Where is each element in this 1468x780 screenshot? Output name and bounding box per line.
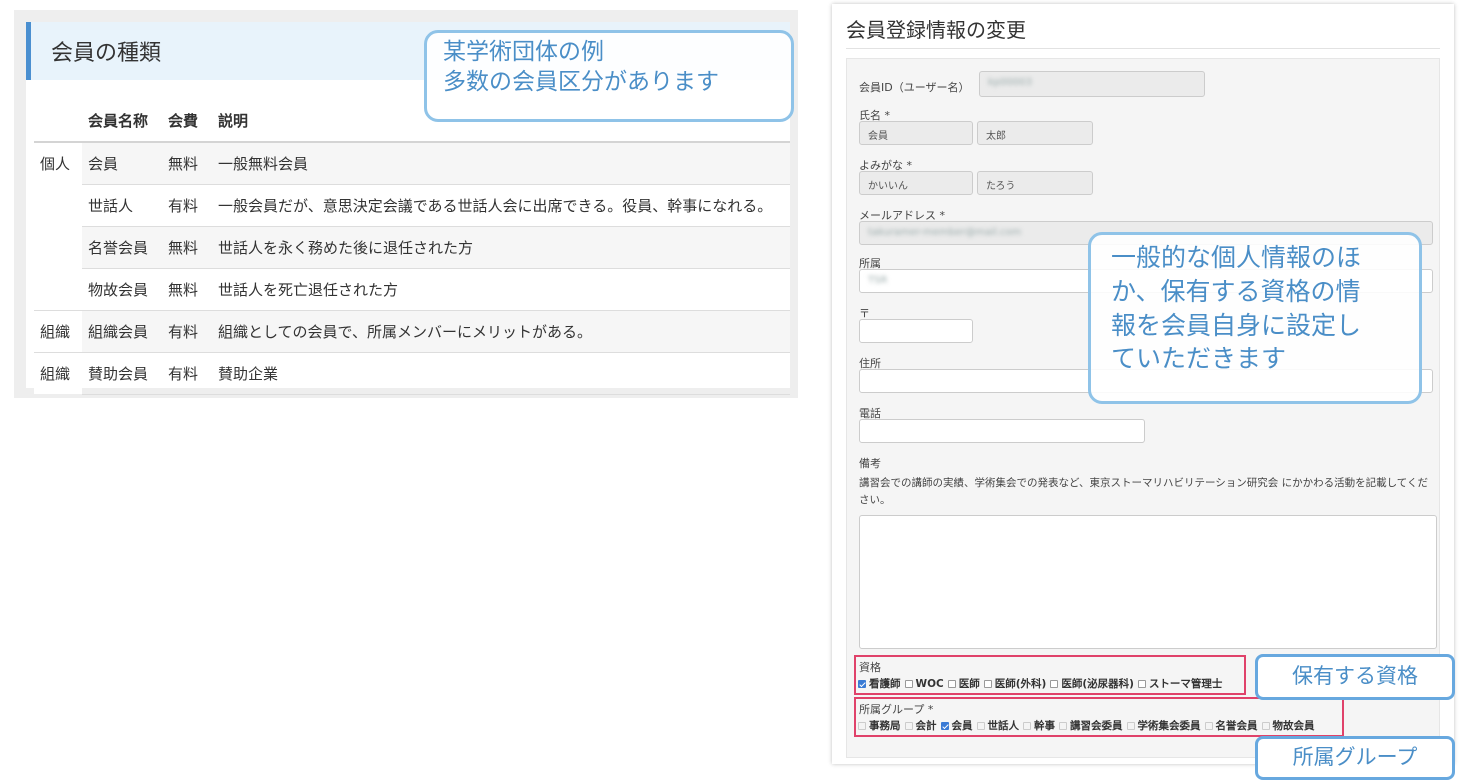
- title-divider: [846, 48, 1440, 49]
- note-help-text: 講習会での講師の実績、学術集会での発表など、東京ストーマリハビリテーション研究会…: [859, 477, 1428, 506]
- first-kana-field[interactable]: たろう: [977, 171, 1093, 195]
- example-callout-line2: 多数の会員区分があります: [443, 68, 719, 95]
- first-name-field[interactable]: 太郎: [977, 121, 1093, 145]
- personal-info-line-3: 報を会員自身に設定し: [1111, 310, 1362, 340]
- name-header: 会員名称: [82, 100, 162, 143]
- postal-field[interactable]: [859, 319, 973, 343]
- cell-desc: 世話人を永く務めた後に退任された方: [212, 226, 790, 269]
- table-row: 物故会員 無料 世話人を死亡退任された方: [34, 268, 790, 311]
- group-highlight: [854, 697, 1344, 737]
- cell-desc: 賛助企業: [212, 352, 790, 395]
- cell-desc: 組織としての会員で、所属メンバーにメリットがある。: [212, 310, 790, 353]
- cell-desc: 一般会員だが、意思決定会議である世話人会に出席できる。役員、幹事になれる。: [212, 184, 790, 227]
- cell-name: 組織会員: [82, 310, 162, 353]
- form-box: 会員ID（ユーザー名） kp00003 氏名 * 会員 太郎 よみがな * かい…: [846, 58, 1440, 758]
- member-id-label: 会員ID（ユーザー名）: [859, 81, 970, 94]
- category-header: [34, 100, 82, 143]
- fee-header: 会費: [162, 100, 212, 143]
- cell-fee: 有料: [162, 352, 212, 395]
- last-name-field[interactable]: 会員: [859, 121, 973, 145]
- affiliation-value: TSR: [868, 275, 888, 286]
- note-textarea[interactable]: [859, 515, 1437, 649]
- cell-name: 賛助会員: [82, 352, 162, 395]
- cell-name: 世話人: [82, 184, 162, 227]
- section-title: 会員の種類: [51, 41, 162, 66]
- cell-desc: 一般無料会員: [212, 142, 790, 185]
- cell-fee: 無料: [162, 268, 212, 311]
- cell-category: [34, 184, 82, 226]
- cell-desc: 世話人を死亡退任された方: [212, 268, 790, 311]
- table-row: 名誉会員 無料 世話人を永く務めた後に退任された方: [34, 226, 790, 269]
- cell-category: [34, 226, 82, 268]
- cell-fee: 無料: [162, 226, 212, 269]
- personal-info-callout: 一般的な個人情報のほ か、保有する資格の情 報を会員自身に設定し ていただきます: [1088, 232, 1422, 404]
- note-label: 備考: [859, 457, 881, 470]
- phone-field[interactable]: [859, 419, 1145, 443]
- member-types-table: 会員名称 会費 説明 個人 会員 無料 一般無料会員 世話人 有料 一般会員だが、意思決定会…: [34, 100, 790, 395]
- cell-fee: 無料: [162, 142, 212, 185]
- table-row: 世話人 有料 一般会員だが、意思決定会議である世話人会に出席できる。役員、幹事になれ…: [34, 184, 790, 227]
- cell-fee: 有料: [162, 184, 212, 227]
- group-callout: 所属グループ: [1255, 736, 1455, 780]
- cell-category: [34, 268, 82, 310]
- last-kana-field[interactable]: かいいん: [859, 171, 973, 195]
- member-id-value: kp00003: [988, 77, 1032, 88]
- cell-category: 個人: [34, 142, 82, 184]
- cell-fee: 有料: [162, 310, 212, 353]
- table-row: 組織 賛助会員 有料 賛助企業: [34, 351, 790, 395]
- qualification-callout: 保有する資格: [1255, 654, 1455, 700]
- cell-name: 名誉会員: [82, 226, 162, 269]
- member-id-field: kp00003: [979, 71, 1205, 97]
- qualification-highlight: [854, 655, 1246, 695]
- example-callout-line1: 某学術団体の例: [443, 39, 604, 65]
- member-types-body: 個人 会員 無料 一般無料会員 世話人 有料 一般会員だが、意思決定会議である世話人会に出席…: [34, 142, 790, 395]
- example-callout: 某学術団体の例 多数の会員区分があります: [424, 30, 794, 122]
- cell-name: 会員: [82, 142, 162, 185]
- personal-info-line-2: か、保有する資格の情: [1111, 276, 1361, 306]
- email-value: takuramer-member@mail.com: [868, 227, 1022, 238]
- cell-name: 物故会員: [82, 268, 162, 311]
- cell-category: 組織: [34, 351, 82, 394]
- table-row: 個人 会員 無料 一般無料会員: [34, 142, 790, 185]
- personal-info-line-1: 一般的な個人情報のほ: [1111, 243, 1362, 272]
- personal-info-line-4: ていただきます: [1111, 344, 1287, 374]
- cell-category: 組織: [34, 309, 82, 352]
- table-row: 組織 組織会員 有料 組織としての会員で、所属メンバーにメリットがある。: [34, 309, 790, 353]
- form-title: 会員登録情報の変更: [846, 18, 1026, 42]
